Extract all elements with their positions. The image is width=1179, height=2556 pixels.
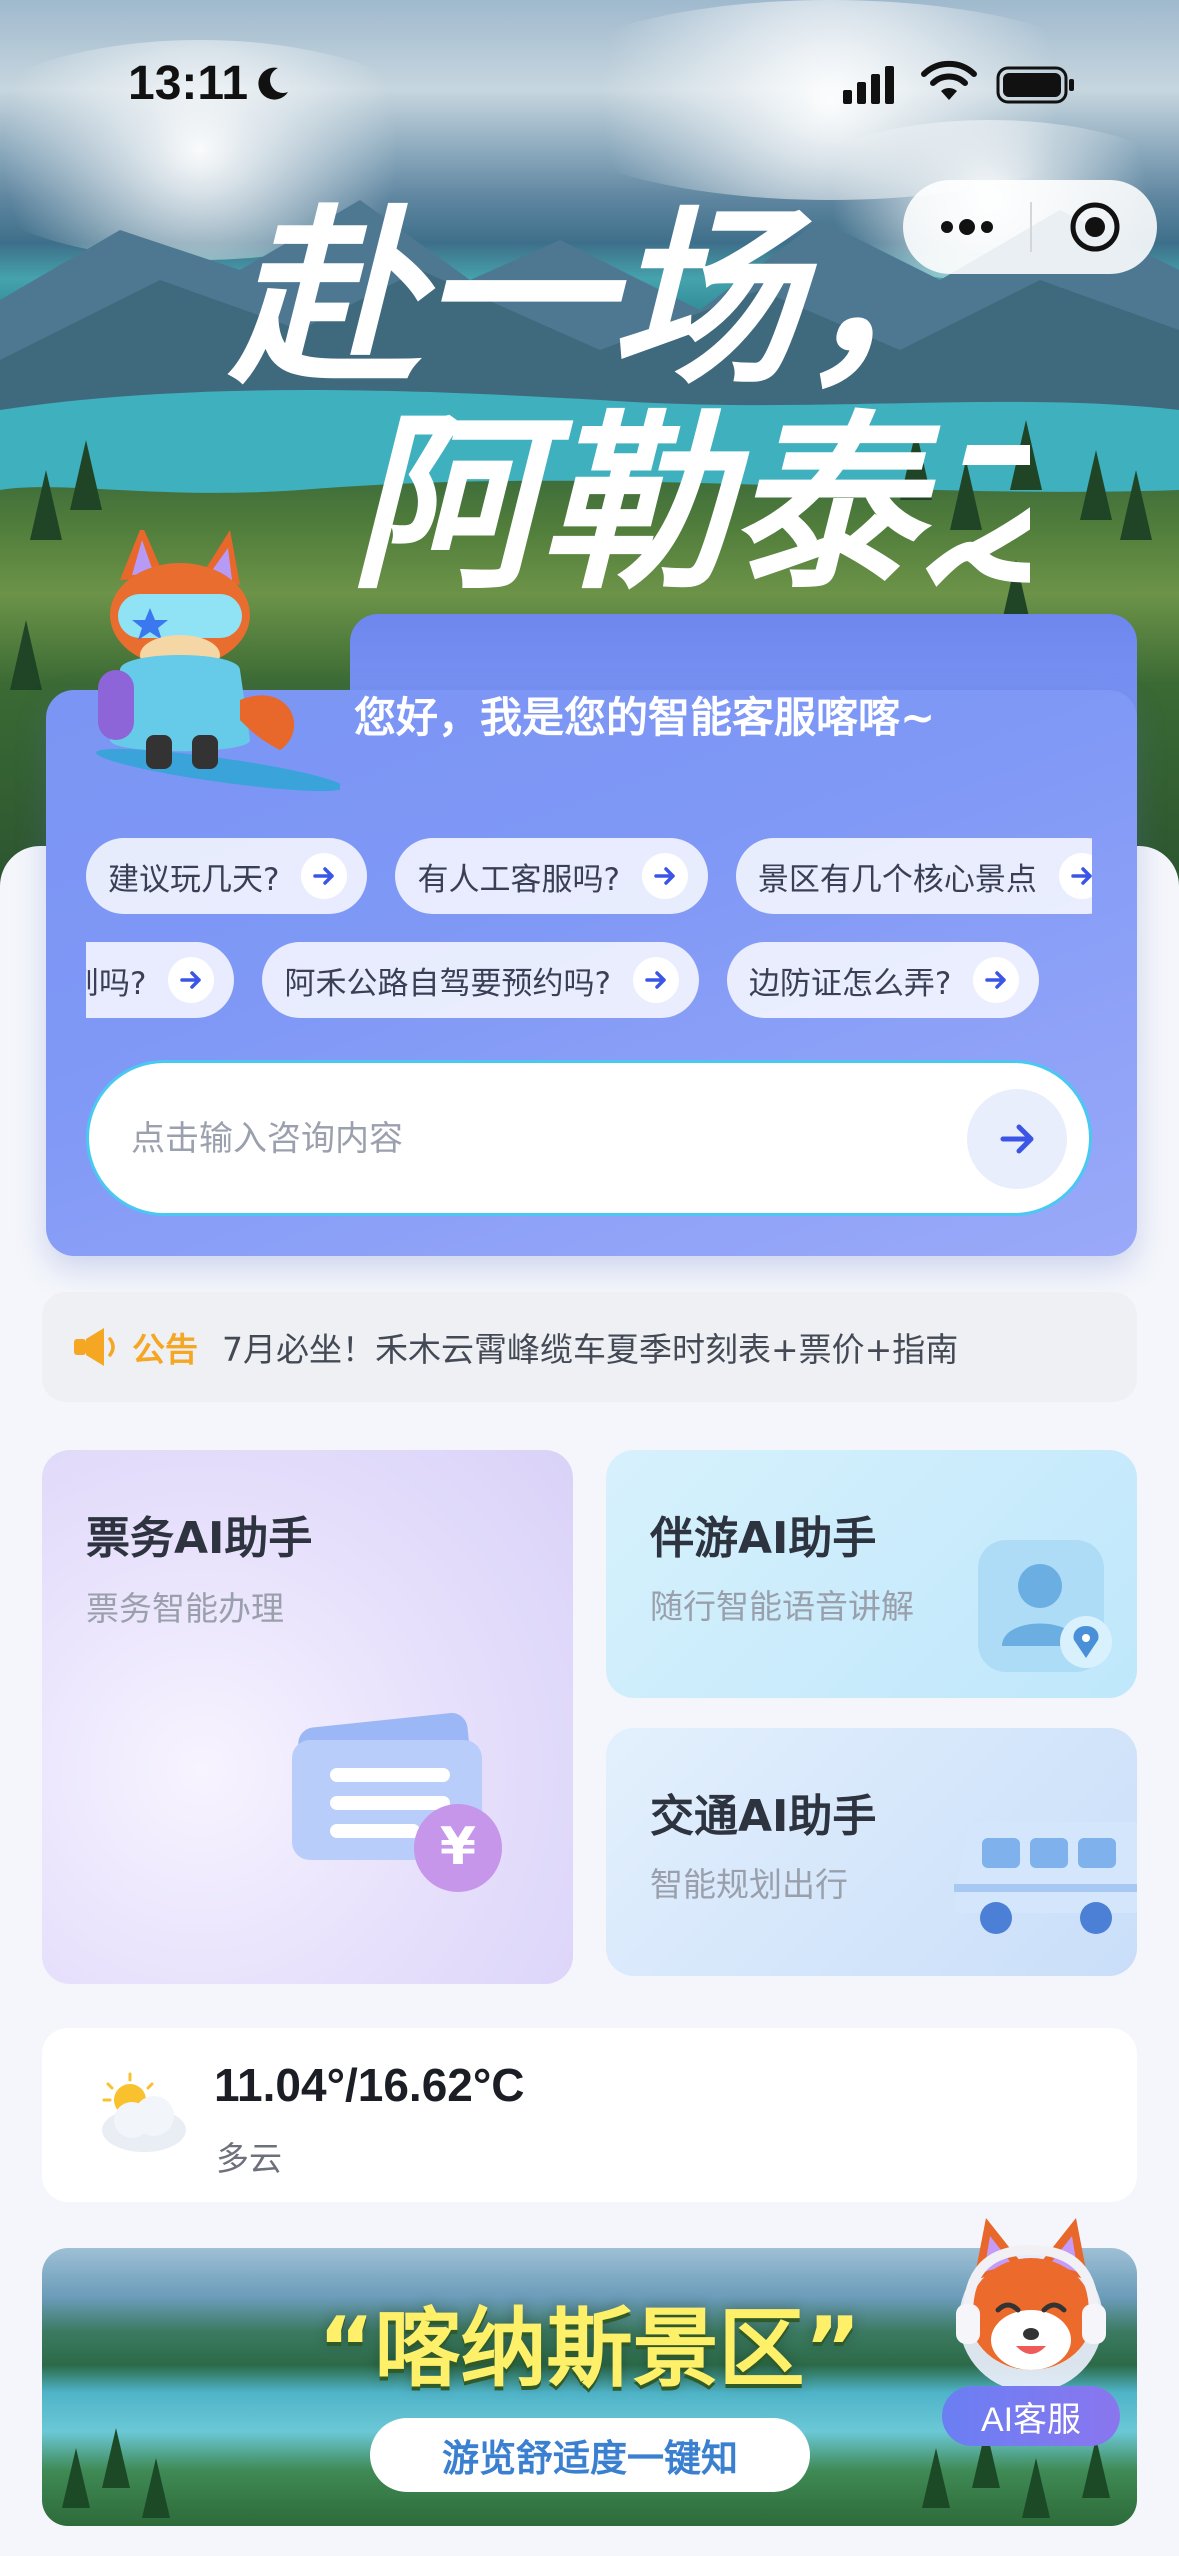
guide-card-subtitle: 随行智能语音讲解 — [650, 1587, 914, 1626]
partly-cloudy-icon — [102, 2072, 186, 2152]
hero-title-line1: 赴一场， — [227, 187, 990, 410]
wifi-icon — [921, 60, 977, 100]
bus-icon — [954, 1822, 1137, 1934]
status-time: 13:11 — [128, 57, 249, 110]
chip-label: 建议玩几天? — [108, 861, 280, 898]
guide-card-title: 伴游AI助手 — [650, 1513, 877, 1564]
ticket-card-subtitle: 票务智能办理 — [86, 1589, 284, 1628]
person-location-icon — [978, 1540, 1112, 1672]
chip-label: 阿禾公路自驾要预约吗? — [284, 965, 611, 1002]
moon-icon — [258, 67, 288, 100]
quick-question-chip[interactable]: 边防证怎么弄? — [726, 942, 1040, 1018]
send-button[interactable] — [967, 1089, 1067, 1189]
arrow-right-icon — [168, 957, 215, 1003]
ticket-icon: ¥ — [292, 1713, 502, 1892]
traffic-assistant-card[interactable]: 交通AI助手 智能规划出行 — [606, 1728, 1137, 1976]
status-bar: 13:11 — [0, 0, 1179, 150]
send-arrow-icon — [1000, 1124, 1034, 1154]
chip-label: 边防证怎么弄? — [748, 965, 952, 1002]
ai-service-label: AI客服 — [942, 2386, 1120, 2446]
weather-card[interactable]: 11.04°/16.62°C 多云 — [42, 2028, 1137, 2202]
fox-headset-avatar-icon — [956, 2218, 1106, 2392]
page: 13:11 赴一场， 阿勒泰 您好，我是您的智能客服喀喀~ 建议玩几天? 有人工… — [0, 0, 1179, 2556]
chip-row-1: 建议玩几天? 有人工客服吗? 景区有几个核心景点 — [86, 838, 1092, 918]
arrow-right-icon — [973, 957, 1020, 1003]
signal-icon — [843, 66, 894, 104]
ticket-card-title: 票务AI助手 — [86, 1513, 313, 1564]
consult-input[interactable] — [131, 1101, 951, 1177]
guide-assistant-card[interactable]: 伴游AI助手 随行智能语音讲解 — [606, 1450, 1137, 1698]
chat-greeting: 您好，我是您的智能客服喀喀~ — [354, 693, 936, 742]
quick-question-chip[interactable]: 阿禾公路自驾要预约吗? — [262, 942, 699, 1018]
fox-mascot-illustration — [96, 530, 340, 792]
ai-service-float[interactable]: AI客服 — [930, 2210, 1130, 2455]
ticket-assistant-card[interactable]: 票务AI助手 票务智能办理 ¥ — [42, 1450, 573, 1984]
announcement-text: 7月必坐！禾木云霄峰缆车夏季时刻表+票价+指南 — [222, 1330, 959, 1369]
announcement-bar[interactable]: 公告 7月必坐！禾木云霄峰缆车夏季时刻表+票价+指南 — [42, 1292, 1137, 1402]
arrow-right-icon — [641, 853, 688, 899]
quick-question-chip[interactable]: 建议玩几天? — [86, 838, 368, 914]
svg-text:¥: ¥ — [440, 1817, 476, 1877]
consult-input-box — [86, 1060, 1092, 1216]
quick-question-chip[interactable]: 到吗? — [86, 942, 235, 1018]
banner-subtitle: 游览舒适度一键知 — [370, 2418, 810, 2492]
weather-condition: 多云 — [216, 2139, 282, 2178]
traffic-card-title: 交通AI助手 — [650, 1791, 877, 1842]
battery-icon — [996, 66, 1074, 104]
speaker-icon — [74, 1328, 115, 1366]
arrow-right-icon — [632, 957, 679, 1003]
close-target-icon — [1070, 202, 1119, 252]
chip-label: 有人工客服吗? — [417, 861, 620, 898]
arrow-right-icon — [301, 853, 348, 899]
chip-label: 到吗? — [86, 965, 147, 1002]
chip-row-2: 到吗? 阿禾公路自驾要预约吗? 边防证怎么弄? — [86, 942, 1092, 1022]
quick-question-chip[interactable]: 有人工客服吗? — [395, 838, 708, 914]
announcement-tag: 公告 — [132, 1330, 198, 1369]
quick-question-chip[interactable]: 景区有几个核心景点 — [735, 838, 1092, 914]
hero-title-line2: 阿勒泰之约 — [350, 392, 1030, 615]
traffic-card-subtitle: 智能规划出行 — [650, 1865, 848, 1904]
temperature-range: 11.04°/16.62°C — [214, 2059, 525, 2111]
chip-label: 景区有几个核心景点 — [757, 861, 1037, 898]
close-button[interactable] — [1032, 180, 1157, 274]
arrow-right-icon — [1058, 853, 1092, 899]
